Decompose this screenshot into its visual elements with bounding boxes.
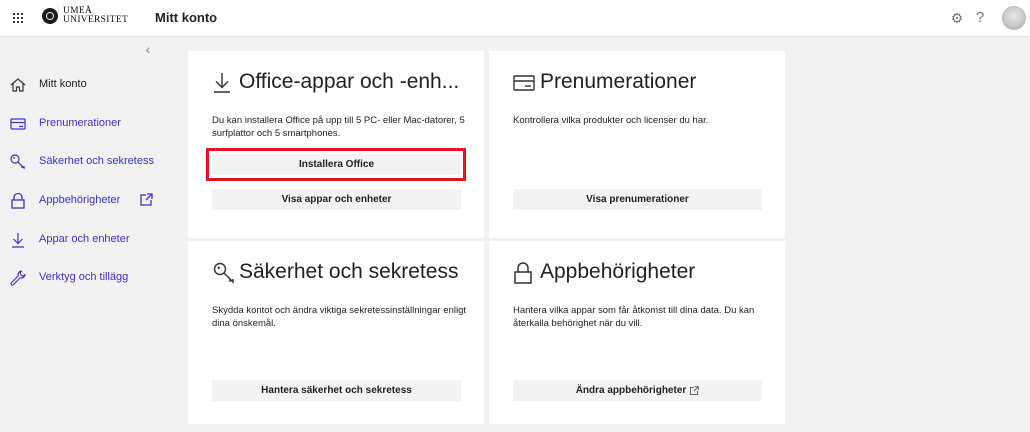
sidebar-item-appar[interactable]: Appar och enheter: [0, 228, 160, 252]
card-title: Prenumerationer: [540, 70, 697, 93]
download-icon: [214, 73, 230, 93]
manage-security-button[interactable]: Hantera säkerhet och sekretess: [212, 380, 461, 401]
key-icon: [213, 262, 234, 284]
card-icon: [10, 118, 26, 130]
key-icon: [10, 154, 25, 170]
sidebar: ‹ Mitt konto Prenumerationer Säkerhet oc…: [0, 37, 160, 432]
card-description: Du kan installera Office på upp till 5 P…: [212, 115, 465, 139]
card-header: Office-appar och -enh...: [212, 70, 482, 101]
button-label: Ändra appbehörigheter: [575, 385, 687, 396]
card-title: Appbehörigheter: [540, 260, 696, 283]
seal-icon: [42, 8, 58, 24]
help-icon[interactable]: ?: [972, 10, 988, 26]
sidebar-item-appbehorigheter[interactable]: Appbehörigheter: [0, 189, 160, 213]
install-office-highlight: [206, 148, 466, 181]
wrench-icon: [10, 270, 26, 286]
download-icon: [12, 233, 24, 248]
collapse-sidebar-chevron-icon[interactable]: ‹: [142, 41, 154, 57]
app-permissions-card: Appbehörigheter Hantera vilka appar som …: [489, 241, 785, 424]
card-description: Hantera vilka appar som får åtkomst till…: [513, 305, 755, 329]
card-icon: [513, 75, 535, 91]
sidebar-item-label: Säkerhet och sekretess: [39, 155, 154, 167]
office-apps-card: Office-appar och -enh... Du kan installe…: [188, 51, 484, 238]
subscriptions-card: Prenumerationer Kontrollera vilka produk…: [489, 51, 785, 238]
sidebar-item-sakerhet[interactable]: Säkerhet och sekretess: [0, 150, 160, 174]
card-description: Skydda kontot och ändra viktiga sekretes…: [212, 305, 467, 329]
card-header: Säkerhet och sekretess: [212, 260, 482, 291]
sidebar-item-label: Appar och enheter: [39, 233, 130, 245]
lock-icon: [514, 262, 532, 284]
security-card: Säkerhet och sekretess Skydda kontot och…: [188, 241, 484, 424]
university-logo[interactable]: UMEÅ UNIVERSITET: [42, 6, 132, 30]
sidebar-item-label: Prenumerationer: [39, 117, 121, 129]
sidebar-item-label: Appbehörigheter: [39, 194, 121, 206]
external-link-icon: [690, 385, 700, 395]
settings-gear-icon[interactable]: ⚙: [949, 10, 965, 26]
card-header: Appbehörigheter: [513, 260, 783, 291]
sidebar-item-mitt-konto[interactable]: Mitt konto: [0, 73, 160, 97]
change-permissions-button[interactable]: Ändra appbehörigheter: [513, 380, 762, 401]
avatar[interactable]: [1002, 6, 1026, 30]
app-launcher-button[interactable]: [6, 6, 30, 30]
card-header: Prenumerationer: [513, 70, 783, 101]
sidebar-item-verktyg[interactable]: Verktyg och tillägg: [0, 266, 160, 290]
lock-icon: [11, 192, 25, 209]
external-link-icon: [140, 193, 153, 206]
logo-line-2: UNIVERSITET: [63, 15, 129, 25]
card-title: Säkerhet och sekretess: [239, 260, 459, 283]
card-description: Kontrollera vilka produkter och licenser…: [513, 115, 709, 126]
sidebar-item-prenumerationer[interactable]: Prenumerationer: [0, 112, 160, 136]
sidebar-item-label: Mitt konto: [39, 78, 87, 90]
top-bar: UMEÅ UNIVERSITET Mitt konto ⚙ ?: [0, 0, 1030, 37]
waffle-icon: [13, 13, 23, 23]
app-title[interactable]: Mitt konto: [155, 10, 217, 25]
view-subscriptions-button[interactable]: Visa prenumerationer: [513, 189, 762, 210]
home-icon: [10, 78, 26, 92]
view-apps-button[interactable]: Visa appar och enheter: [212, 189, 461, 210]
sidebar-item-label: Verktyg och tillägg: [39, 271, 129, 283]
card-title: Office-appar och -enh...: [239, 70, 460, 93]
